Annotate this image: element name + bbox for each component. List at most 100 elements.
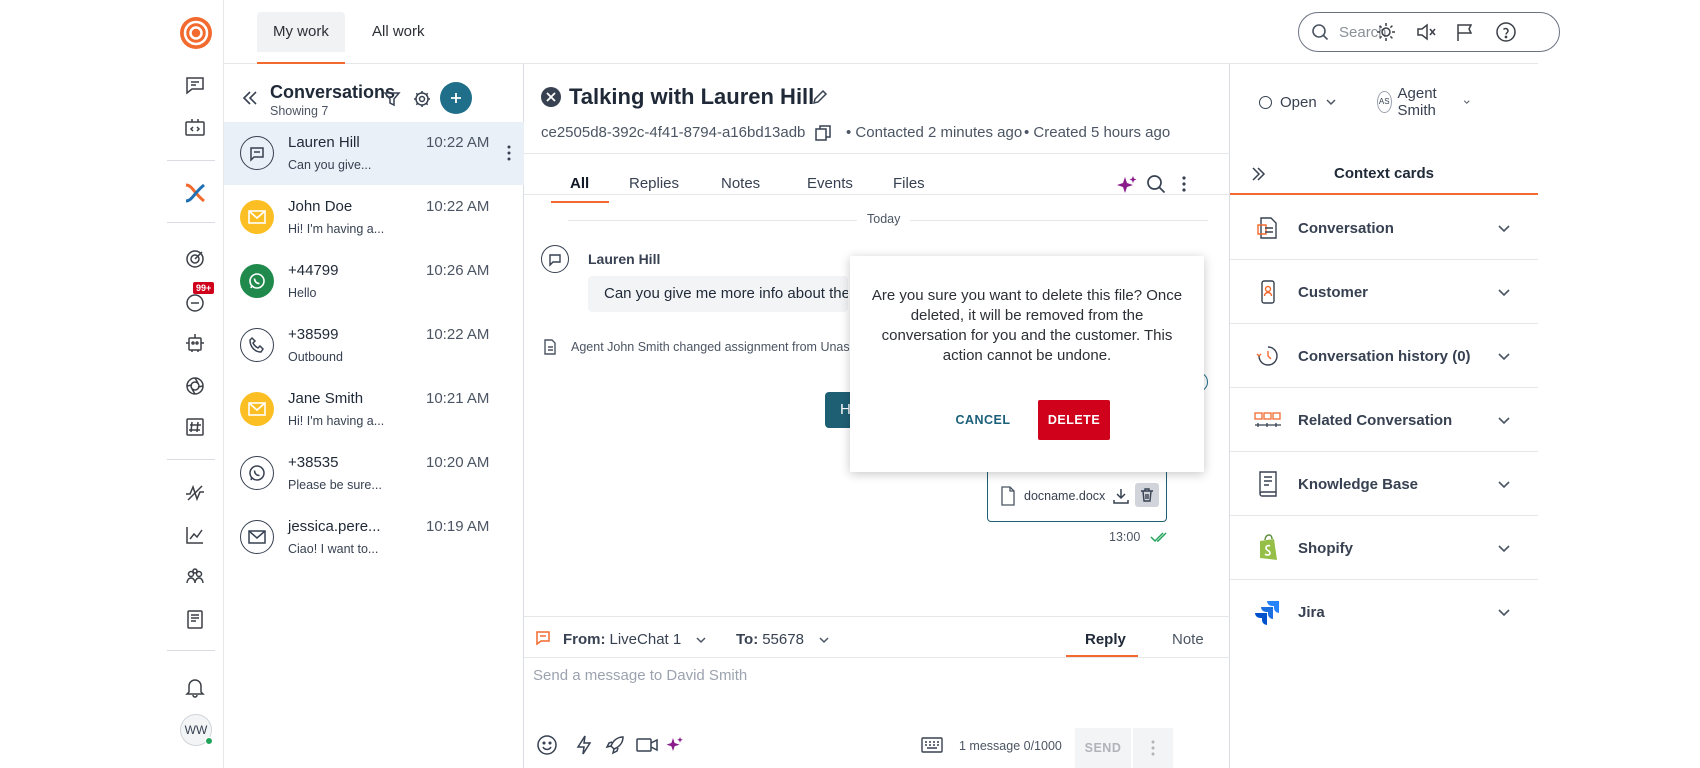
- conversation-preview: Ciao! I want to...: [288, 542, 379, 556]
- ai-sparkle-icon[interactable]: [666, 736, 684, 754]
- conversation-item[interactable]: Lauren Hill Can you give... 10:22 AM: [224, 122, 524, 185]
- to-dropdown[interactable]: To: 55678: [736, 631, 830, 648]
- conversation-preview: Please be sure...: [288, 478, 382, 492]
- tab-note[interactable]: Note: [1172, 631, 1204, 648]
- date-separator: Today: [857, 212, 911, 226]
- brand-x-icon[interactable]: [182, 180, 208, 206]
- cancel-button[interactable]: CANCEL: [948, 400, 1018, 440]
- more-vertical-icon[interactable]: [1181, 175, 1187, 193]
- conversation-item[interactable]: +38535 Please be sure... 10:20 AM: [224, 442, 524, 505]
- message-input[interactable]: Send a message to David Smith: [524, 658, 1230, 728]
- card-related-conversation[interactable]: Related Conversation: [1230, 388, 1538, 452]
- rocket-icon[interactable]: [604, 734, 626, 756]
- close-conversation-icon[interactable]: [541, 87, 561, 107]
- composer-divider: [524, 616, 1230, 617]
- sender-avatar: [541, 245, 569, 273]
- mute-icon[interactable]: [1414, 20, 1438, 44]
- keyboard-icon[interactable]: [921, 737, 943, 753]
- tab-replies[interactable]: Replies: [629, 165, 679, 203]
- message-text: Can you give me more info about the p: [604, 285, 848, 302]
- copy-icon[interactable]: [814, 124, 832, 142]
- logo-icon[interactable]: [179, 16, 213, 50]
- notification-badge: 99+: [193, 282, 215, 294]
- bell-icon[interactable]: [182, 674, 208, 700]
- help-icon[interactable]: [1494, 20, 1518, 44]
- emoji-icon[interactable]: [536, 734, 558, 756]
- tab-notes[interactable]: Notes: [721, 165, 760, 203]
- file-name: docname.docx: [1024, 489, 1106, 503]
- chevron-down-icon: [1498, 545, 1510, 553]
- chart-icon[interactable]: [182, 522, 208, 548]
- search-icon[interactable]: [1146, 174, 1166, 194]
- ai-sparkle-icon[interactable]: [1116, 174, 1138, 196]
- status-dropdown[interactable]: Open: [1259, 90, 1337, 114]
- collapse-icon[interactable]: [240, 88, 260, 108]
- edit-title-icon[interactable]: [811, 88, 829, 106]
- card-conversation-history[interactable]: Conversation history (0): [1230, 324, 1538, 388]
- lightning-icon[interactable]: [574, 734, 594, 756]
- bot-icon[interactable]: [182, 330, 208, 356]
- download-icon[interactable]: [1112, 487, 1130, 505]
- tab-reply[interactable]: Reply: [1085, 631, 1126, 648]
- tab-all-work[interactable]: All work: [356, 12, 441, 52]
- send-options-button[interactable]: [1133, 728, 1173, 768]
- card-jira[interactable]: Jira: [1230, 580, 1538, 644]
- people-icon[interactable]: [182, 564, 208, 590]
- chevron-down-icon: [1463, 100, 1470, 104]
- from-label: From:: [563, 631, 606, 648]
- sun-icon[interactable]: [1374, 20, 1398, 44]
- card-conversation[interactable]: Conversation: [1230, 196, 1538, 260]
- aperture-icon[interactable]: [182, 373, 208, 399]
- assignee-dropdown[interactable]: AS Agent Smith: [1377, 85, 1470, 119]
- card-customer[interactable]: Customer: [1230, 260, 1538, 324]
- add-conversation-button[interactable]: [440, 82, 472, 114]
- conversation-item[interactable]: jessica.pere... Ciao! I want to... 10:19…: [224, 506, 524, 569]
- conversation-preview: Can you give...: [288, 158, 372, 172]
- conversation-name: +44799: [288, 262, 339, 279]
- conversation-item[interactable]: Jane Smith Hi! I'm having a... 10:21 AM: [224, 378, 524, 441]
- card-shopify[interactable]: Shopify: [1230, 516, 1538, 580]
- whatsapp-icon: [240, 264, 274, 298]
- conversation-name: +38535: [288, 454, 339, 471]
- status-circle-icon: [1259, 95, 1272, 109]
- user-initials: WW: [184, 723, 208, 737]
- created-info: • Created 5 hours ago: [1024, 124, 1171, 141]
- chevron-down-icon: [1498, 225, 1510, 233]
- conversation-item[interactable]: +38599 Outbound 10:22 AM: [224, 314, 524, 377]
- conversation-item[interactable]: +44799 Hello 10:26 AM: [224, 250, 524, 313]
- tab-events[interactable]: Events: [807, 165, 853, 203]
- livechat-icon: [240, 136, 274, 170]
- filter-icon[interactable]: [383, 90, 401, 108]
- conversation-time: 10:20 AM: [426, 454, 490, 471]
- trash-icon[interactable]: [1135, 483, 1159, 507]
- video-icon[interactable]: [635, 735, 659, 755]
- flag-icon[interactable]: [1453, 20, 1477, 44]
- conversation-list-panel: Conversations Showing 7 Lauren Hill Can …: [224, 64, 524, 768]
- conversations-icon[interactable]: [182, 72, 208, 98]
- related-icon: [1254, 406, 1282, 434]
- email-icon: [240, 392, 274, 426]
- more-vertical-icon[interactable]: [506, 144, 512, 162]
- chevron-down-icon: [819, 636, 829, 643]
- send-button[interactable]: SEND: [1075, 728, 1131, 768]
- tab-my-work[interactable]: My work: [257, 12, 345, 64]
- code-icon[interactable]: [182, 115, 208, 141]
- delete-button[interactable]: DELETE: [1038, 400, 1110, 440]
- conversation-item[interactable]: John Doe Hi! I'm having a... 10:22 AM: [224, 186, 524, 249]
- tab-files[interactable]: Files: [893, 165, 925, 203]
- conversation-time: 10:22 AM: [426, 326, 490, 343]
- from-value: LiveChat 1: [609, 631, 682, 648]
- from-dropdown[interactable]: From: LiveChat 1: [563, 631, 707, 648]
- target-icon[interactable]: [182, 246, 208, 272]
- context-cards-panel: Conversation Customer Conversation histo…: [1230, 153, 1538, 768]
- gear-icon[interactable]: [413, 90, 431, 108]
- book-icon[interactable]: [182, 606, 208, 632]
- tab-all[interactable]: All: [570, 165, 589, 203]
- card-label: Conversation: [1298, 220, 1394, 237]
- pulse-icon[interactable]: [182, 480, 208, 506]
- card-knowledge-base[interactable]: Knowledge Base: [1230, 452, 1538, 516]
- chevron-down-icon: [1498, 289, 1510, 297]
- chevron-down-icon: [1498, 353, 1510, 361]
- hashtag-icon[interactable]: [182, 414, 208, 440]
- conversation-name: Jane Smith: [288, 390, 364, 407]
